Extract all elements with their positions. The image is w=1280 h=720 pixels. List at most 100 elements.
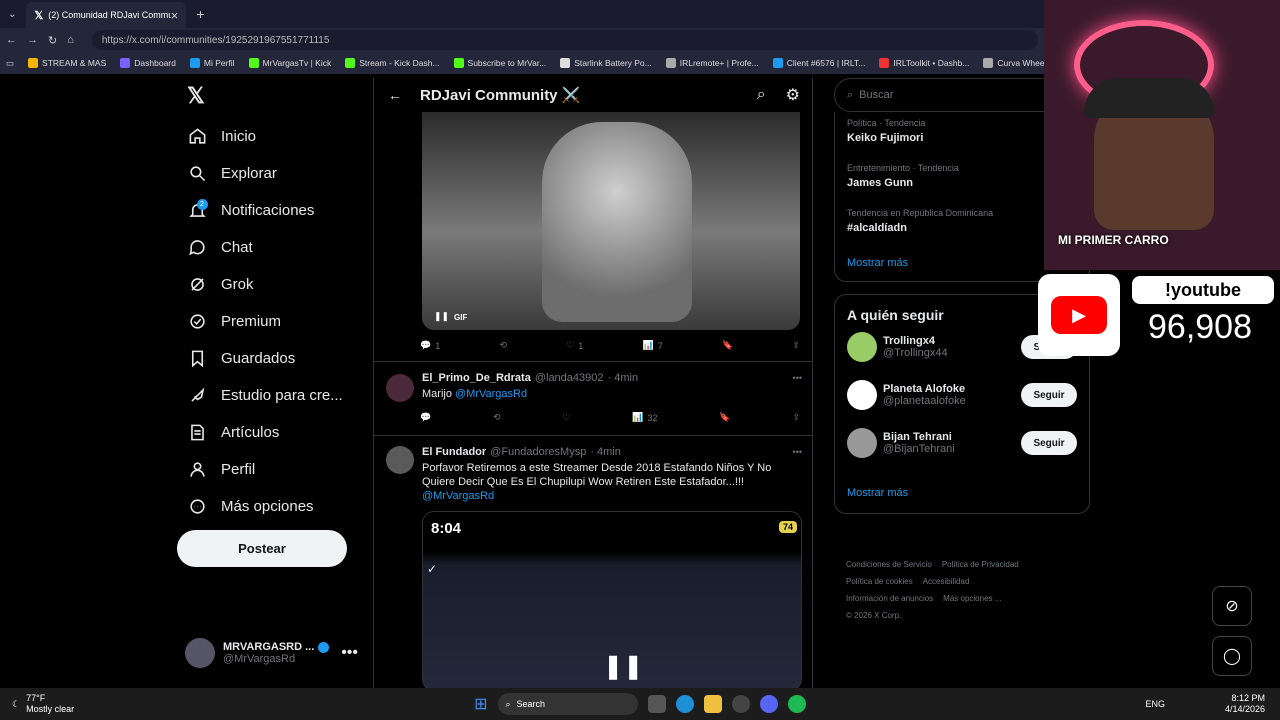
nav-item-artículos[interactable]: Artículos — [175, 414, 370, 451]
post-gif[interactable]: ❚❚ GIF 💬 1 ⟲ ♡ 1 📊 7 🔖 ⇪ — [374, 112, 812, 362]
bookmark-item[interactable]: Dashboard — [120, 58, 176, 68]
nav-item-notificaciones[interactable]: 2 Notificaciones — [175, 192, 370, 229]
edge-icon[interactable] — [675, 695, 694, 713]
author-name[interactable]: El_Primo_De_Rdrata — [422, 372, 531, 384]
post-item[interactable]: El Fundador @FundadoresMysp · 4min ••• Porf… — [374, 436, 812, 688]
start-icon[interactable]: ⊞ — [474, 694, 487, 714]
nav-item-perfil[interactable]: Perfil — [175, 451, 370, 488]
new-tab-icon[interactable]: + — [196, 6, 204, 22]
repost-button[interactable]: ⟲ — [493, 412, 501, 423]
check-icon[interactable]: ✓ — [427, 562, 437, 576]
trend-item[interactable]: Política · Tendencia Keiko Fujimori — [847, 118, 1077, 163]
nav-item-premium[interactable]: Premium — [175, 303, 370, 340]
show-more-follow[interactable]: Mostrar más — [847, 487, 908, 499]
grok-float-button[interactable]: ⊘ — [1212, 586, 1252, 626]
address-bar[interactable]: https://x.com/i/communities/192529196755… — [91, 30, 1038, 50]
bookmark-item[interactable]: Mi Perfil — [189, 58, 235, 68]
footer-link[interactable]: Política de Privacidad — [942, 556, 1019, 573]
nav-item-chat[interactable]: Chat — [175, 229, 370, 266]
discord-icon[interactable] — [759, 695, 778, 713]
explorer-icon[interactable] — [703, 695, 722, 713]
bookmark-item[interactable]: Starlink Battery Po... — [560, 58, 652, 68]
bookmark-label: STREAM & MAS — [42, 58, 107, 68]
community-timeline[interactable]: ← RDJavi Community ⚔️ ⌕ ⚙ ❚❚ GIF 💬 1 ⟲ ♡ 1… — [373, 78, 813, 688]
bookmark-item[interactable]: Curva Wheels CFF76 — [983, 58, 1044, 68]
reload-icon[interactable]: ↻ — [48, 34, 57, 47]
bookmark-item[interactable]: Stream - Kick Dash... — [345, 58, 440, 68]
bookmark-label: Dashboard — [134, 58, 176, 68]
search-input[interactable]: ⌕ Buscar — [834, 78, 1064, 112]
repost-button[interactable]: ⟲ — [499, 340, 507, 351]
bookmark-item[interactable]: Client #6576 | IRLT... — [772, 58, 865, 68]
footer-link[interactable]: Condiciones de Servicio — [846, 556, 932, 573]
more-icon[interactable]: ••• — [793, 447, 802, 457]
views-button[interactable]: 📊 32 — [632, 412, 657, 423]
reply-button[interactable]: 💬 1 — [420, 340, 440, 351]
account-switcher[interactable]: MRVARGASRD ... @MrVargasRd ••• — [185, 634, 370, 672]
taskbar-search[interactable]: ⌕ Search — [497, 693, 638, 715]
post-item[interactable]: El_Primo_De_Rdrata @landa43902 · 4min ••• M… — [374, 362, 812, 436]
views-button[interactable]: 📊 7 — [643, 340, 663, 351]
bookmark-item[interactable]: Subscribe to MrVar... — [453, 58, 546, 68]
footer-link[interactable]: Más opciones ... — [943, 590, 1001, 607]
nav-item-grok[interactable]: Grok — [175, 266, 370, 303]
post-button[interactable]: Postear — [177, 530, 347, 567]
post-text: Marijo — [422, 388, 452, 400]
spotify-icon[interactable] — [787, 695, 806, 713]
more-icon[interactable]: ••• — [341, 644, 358, 662]
chat-float-button[interactable]: ◯ — [1212, 636, 1252, 676]
obs-icon[interactable] — [731, 695, 750, 713]
bookmark-item[interactable]: STREAM & MAS — [28, 58, 106, 68]
follow-suggestion[interactable]: Bijan Tehrani @BijanTehrani Seguir — [835, 419, 1089, 467]
close-tab-icon[interactable]: × — [171, 8, 179, 23]
share-button[interactable]: ⇪ — [792, 412, 800, 423]
gif-media[interactable]: ❚❚ GIF — [422, 112, 800, 330]
bookmark-favicon — [248, 58, 259, 68]
bookmark-item[interactable]: MrVargasTv | Kick — [248, 58, 331, 68]
like-button[interactable]: ♡ 1 — [566, 340, 583, 351]
author-name[interactable]: El Fundador — [422, 446, 486, 458]
nav-item-más-opciones[interactable]: Más opciones — [175, 488, 370, 525]
reply-button[interactable]: 💬 — [420, 412, 431, 423]
browser-tab[interactable]: 𝕏 (2) Comunidad RDJavi Community × — [26, 2, 187, 28]
trend-item[interactable]: Entretenimiento · Tendencia James Gunn — [847, 163, 1077, 208]
nav-item-estudio-para-cre-[interactable]: Estudio para cre... — [175, 377, 370, 414]
trend-item[interactable]: Tendencia en República Dominicana #alcald… — [847, 208, 1077, 253]
follow-button[interactable]: Seguir — [1021, 383, 1077, 407]
nav-item-guardados[interactable]: Guardados — [175, 340, 370, 377]
forward-icon[interactable]: → — [27, 34, 38, 46]
bookmark-item[interactable]: IRLToolkit • Dashb... — [879, 58, 969, 68]
more-icon[interactable]: ••• — [793, 373, 802, 383]
nav-item-inicio[interactable]: Inicio — [175, 118, 370, 155]
footer-link[interactable]: Accesibilidad — [923, 573, 970, 590]
bookmark-button[interactable]: 🔖 — [722, 340, 733, 351]
bookmark-button[interactable]: 🔖 — [719, 412, 730, 423]
back-icon[interactable]: ← — [6, 34, 17, 46]
search-icon[interactable]: ⌕ — [757, 86, 766, 104]
pause-icon[interactable]: ❚❚ — [434, 311, 449, 322]
settings-icon[interactable]: ⚙ — [786, 85, 800, 105]
clock-date[interactable]: 4/14/2026 — [1225, 704, 1265, 715]
post-time: · 4min — [590, 446, 621, 458]
nav-item-explorar[interactable]: Explorar — [175, 155, 370, 192]
share-button[interactable]: ⇪ — [792, 340, 800, 351]
mention-link[interactable]: @MrVargasRd — [455, 388, 527, 400]
taskview-icon[interactable] — [647, 695, 666, 713]
bookmarks-menu-icon[interactable]: ▭ — [6, 58, 14, 69]
home-browser-icon[interactable]: ⌂ — [67, 34, 74, 46]
follow-button[interactable]: Seguir — [1021, 431, 1077, 455]
show-more-trends[interactable]: Mostrar más — [847, 257, 908, 269]
bookmark-item[interactable]: IRLremote+ | Profe... — [665, 58, 759, 68]
post-video[interactable]: 8:04 74 ✓ ❚❚ — [422, 511, 802, 688]
x-logo-icon[interactable]: 𝕏 — [187, 78, 370, 118]
mention-link[interactable]: @MrVargasRd — [422, 490, 494, 502]
footer-link[interactable]: Política de cookies — [846, 573, 913, 590]
footer-link[interactable]: Información de anuncios — [846, 590, 933, 607]
follow-suggestion[interactable]: Planeta Alofoke @planetaalofoke Seguir — [835, 371, 1089, 419]
clock-time[interactable]: 8:12 PM — [1225, 693, 1266, 704]
like-button[interactable]: ♡ — [562, 412, 570, 423]
language-indicator[interactable]: ENG — [1146, 699, 1166, 709]
play-pause-icon[interactable]: ❚❚ — [603, 652, 643, 681]
back-arrow-icon[interactable]: ← — [388, 87, 402, 103]
tab-list-icon[interactable]: ⌄ — [8, 9, 16, 20]
